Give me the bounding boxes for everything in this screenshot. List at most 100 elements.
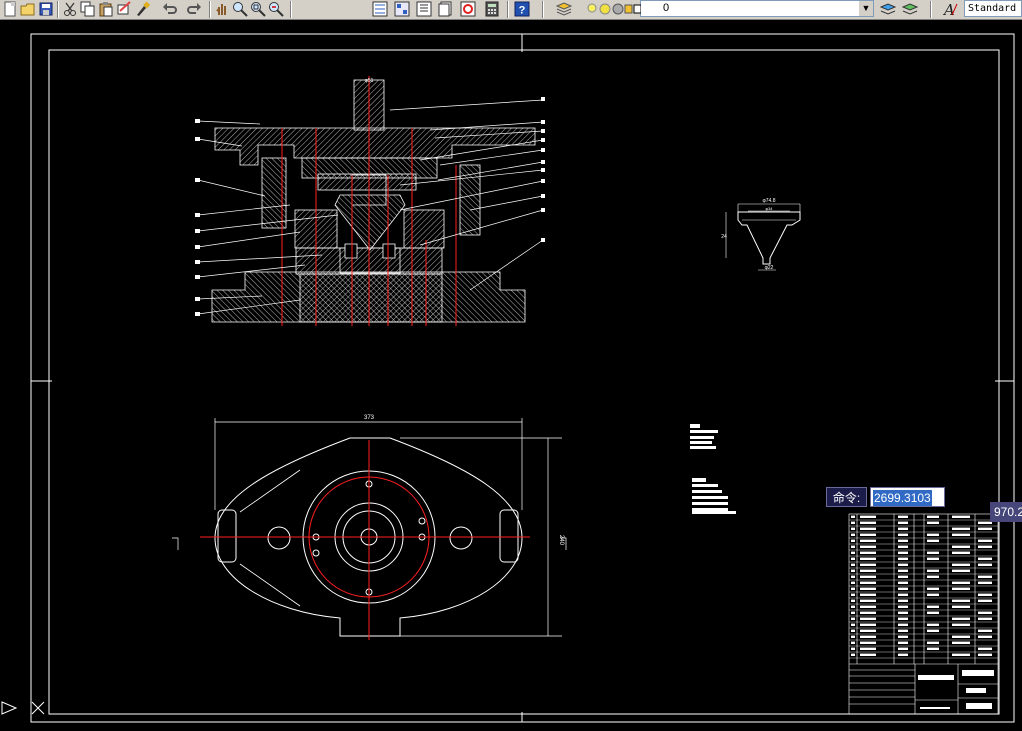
markup-icon[interactable]: [460, 1, 476, 17]
help-icon[interactable]: ?: [514, 1, 530, 17]
command-input[interactable]: 2699.3103: [870, 487, 945, 507]
command-value: 2699.3103: [873, 490, 932, 506]
table-cell-text: [860, 623, 876, 626]
table-cell-text: [898, 563, 908, 566]
open-icon[interactable]: [20, 1, 36, 17]
table-cell-text: [898, 653, 908, 656]
table-cell-text: [898, 587, 908, 590]
table-cell-text: [860, 653, 876, 656]
table-cell-text: [851, 539, 855, 542]
match-properties-icon[interactable]: [116, 1, 132, 17]
table-cell-text: [978, 617, 992, 620]
table-cell-text: [978, 581, 992, 584]
table-cell-text: [898, 557, 908, 560]
table-cell-text: [927, 569, 939, 572]
table-cell-text: [851, 581, 855, 584]
text-style-dropdown[interactable]: Standard: [964, 0, 1022, 17]
table-cell-text: [952, 599, 970, 602]
layer-previous-icon[interactable]: [879, 1, 897, 17]
table-cell-text: [860, 545, 876, 548]
table-cell-text: [927, 611, 939, 614]
table-cell-text: [952, 533, 970, 536]
table-cell-text: [898, 515, 908, 518]
leader-dots-left: [195, 119, 200, 316]
table-cell-text: [851, 587, 855, 590]
table-cell-text: [927, 641, 939, 644]
table-cell-text: [898, 551, 908, 554]
table-cell-text: [860, 539, 876, 542]
toolbar-separator: [290, 1, 292, 18]
zoom-window-icon[interactable]: [250, 1, 266, 17]
pan-icon[interactable]: [214, 1, 230, 17]
paste-icon[interactable]: [98, 1, 114, 17]
table-cell-text: [952, 653, 970, 656]
table-cell-text: [851, 545, 855, 548]
table-cell-text: [860, 569, 876, 572]
table-cell-text: [860, 515, 876, 518]
table-cell-text: [851, 629, 855, 632]
table-cell-text: [898, 527, 908, 530]
table-cell-text: [851, 527, 855, 530]
table-cell-text: [927, 629, 939, 632]
leader-dots-right: [541, 97, 545, 242]
save-icon[interactable]: [38, 1, 54, 17]
toolbar-separator: [57, 1, 59, 18]
tool-palettes-icon[interactable]: [416, 1, 432, 17]
chevron-down-icon[interactable]: ▼: [859, 1, 873, 16]
new-icon[interactable]: [2, 1, 18, 17]
table-cell-text: [898, 599, 908, 602]
table-cell-text: [978, 653, 992, 656]
drawing-canvas[interactable]: φ51 373 240 φ74.8 φ34 φ22 24: [0, 20, 1022, 731]
table-cell-text: [851, 551, 855, 554]
table-cell-text: [952, 551, 970, 554]
table-cell-text: [898, 647, 908, 650]
standard-toolbar: ? 0 ▼ A Standard: [0, 0, 1022, 20]
calculator-icon[interactable]: [484, 1, 500, 17]
undo-icon[interactable]: [162, 1, 178, 17]
table-cell-text: [860, 635, 876, 638]
part-left-dim: 24: [721, 234, 727, 240]
part-bottom-dim: φ22: [765, 265, 774, 271]
zoom-realtime-icon[interactable]: [232, 1, 248, 17]
table-cell-text: [860, 581, 876, 584]
table-cell-text: [952, 569, 970, 572]
redo-icon[interactable]: [186, 1, 202, 17]
table-cell-text: [978, 647, 992, 650]
design-center-icon[interactable]: [394, 1, 410, 17]
table-cell-text: [927, 605, 939, 608]
table-cell-text: [851, 623, 855, 626]
layer-dropdown[interactable]: 0 ▼: [587, 0, 874, 17]
table-cell-text: [898, 617, 908, 620]
table-cell-text: [898, 575, 908, 578]
table-cell-text: [860, 617, 876, 620]
copy-icon[interactable]: [80, 1, 96, 17]
table-cell-text: [927, 521, 939, 524]
text-style-icon[interactable]: A: [942, 1, 958, 19]
table-cell-text: [860, 527, 876, 530]
table-cell-text: [860, 521, 876, 524]
table-cell-text: [898, 605, 908, 608]
table-cell-text: [860, 593, 876, 596]
table-cell-text: [860, 533, 876, 536]
svg-text:?: ?: [519, 5, 526, 17]
properties-icon[interactable]: [372, 1, 388, 17]
table-cell-text: [978, 575, 992, 578]
sheet-set-icon[interactable]: [438, 1, 454, 17]
layer-manager-icon[interactable]: [555, 1, 573, 17]
zoom-previous-icon[interactable]: [268, 1, 284, 17]
table-cell-text: [851, 605, 855, 608]
layer-state-icon[interactable]: [901, 1, 919, 17]
paintbrush-icon[interactable]: [134, 1, 151, 17]
plan-centerlines: [200, 440, 530, 640]
cut-icon[interactable]: [62, 1, 78, 17]
part-top-dim2: φ34: [765, 206, 773, 211]
table-cell-text: [927, 539, 939, 542]
table-cell-text: [851, 653, 855, 656]
table-cell-text: [978, 557, 992, 560]
toolbar-separator: [542, 1, 544, 18]
table-cell-text: [927, 557, 939, 560]
die-section-view[interactable]: [211, 79, 536, 323]
table-cell-text: [978, 593, 992, 596]
table-cell-text: [952, 581, 970, 584]
part-detail-view[interactable]: [725, 203, 801, 271]
